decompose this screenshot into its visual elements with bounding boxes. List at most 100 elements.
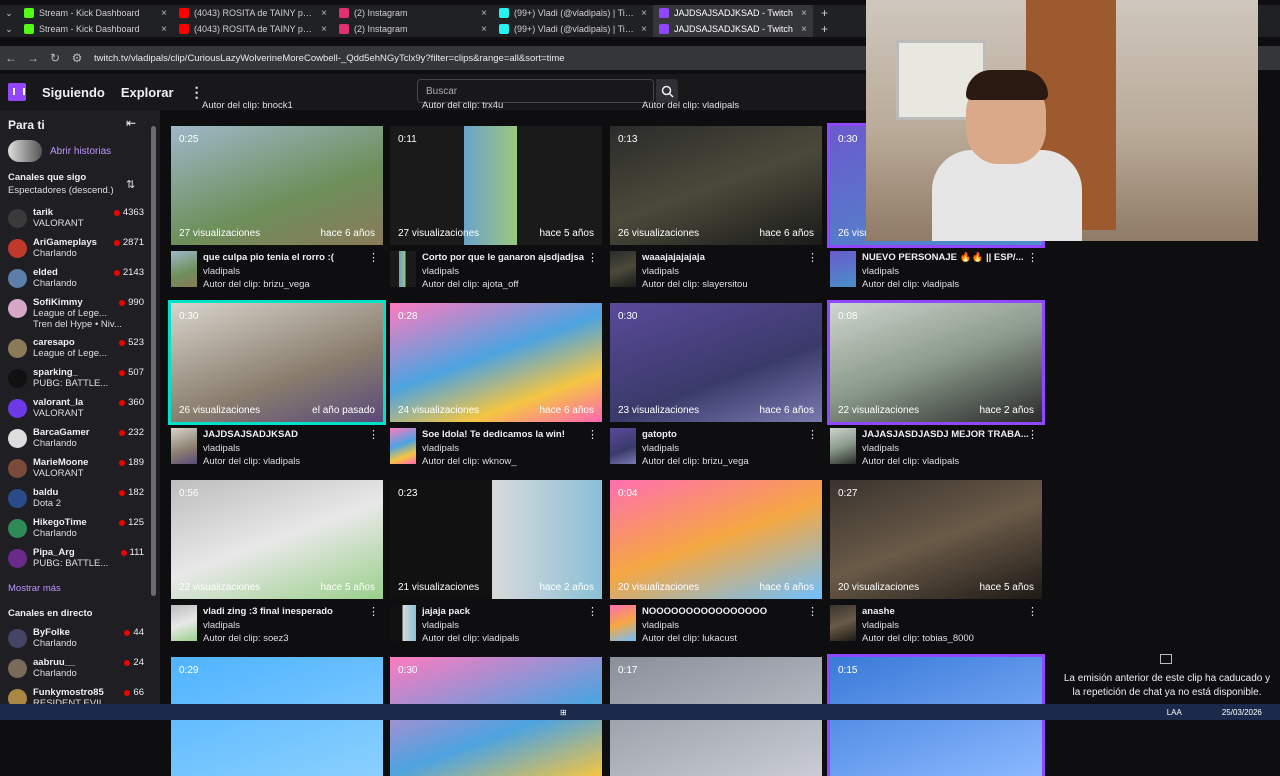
clip-channel[interactable]: vladipals <box>203 443 240 454</box>
clip-title[interactable]: Corto por que le ganaron ajsdjadjsa <box>422 252 590 263</box>
tab-close-icon[interactable]: × <box>641 24 647 35</box>
browser-tab[interactable]: (2) Instagram × <box>333 5 493 21</box>
clip-game-cover[interactable] <box>171 428 197 464</box>
new-tab-icon[interactable]: + <box>821 6 828 20</box>
browser-tab[interactable]: (99+) Vladi (@vladipals) | TikTok × <box>493 21 653 37</box>
clip-title[interactable]: JAJDSAJSADJKSAD <box>203 429 371 440</box>
forward-icon[interactable]: → <box>22 51 44 65</box>
clip-options-icon[interactable]: ⋮ <box>368 251 379 264</box>
browser-tab[interactable]: JAJDSAJSADJKSAD - Twitch × <box>653 5 813 21</box>
stories-link[interactable]: Abrir historias <box>8 140 111 162</box>
clip-channel[interactable]: vladipals <box>203 620 240 631</box>
clip-options-icon[interactable]: ⋮ <box>1027 251 1038 264</box>
clip-title[interactable]: Soe Idola! Te dedicamos la win! <box>422 429 590 440</box>
url-text[interactable]: twitch.tv/vladipals/clip/CuriousLazyWolv… <box>94 53 565 64</box>
clip-author[interactable]: Autor del clip: vladipals <box>862 456 959 467</box>
back-icon[interactable]: ← <box>0 51 22 65</box>
tab-search-icon[interactable]: ⌄ <box>0 8 18 19</box>
clip-game-cover[interactable] <box>171 605 197 641</box>
clip-title[interactable]: vladi zing :3 final inesperado <box>203 606 371 617</box>
live-channel[interactable]: Funkymostro85 RESIDENT EVIL 66 <box>8 686 144 704</box>
clip-thumbnail[interactable]: 0:08 22 visualizaciones hace 2 años <box>827 300 1045 425</box>
clip-channel[interactable]: vladipals <box>422 266 459 277</box>
tab-close-icon[interactable]: × <box>641 8 647 19</box>
clip-channel[interactable]: vladipals <box>642 620 679 631</box>
clip-game-cover[interactable] <box>390 428 416 464</box>
clip-options-icon[interactable]: ⋮ <box>368 605 379 618</box>
clip-author[interactable]: Autor del clip: lukacust <box>642 633 737 644</box>
clip-options-icon[interactable]: ⋮ <box>807 428 818 441</box>
sidebar-channel[interactable]: AriGameplays Charlando 2871 <box>8 236 144 264</box>
clip-channel[interactable]: vladipals <box>642 443 679 454</box>
clip-game-cover[interactable] <box>830 428 856 464</box>
clip-title[interactable]: gatopto <box>642 429 810 440</box>
clip-thumbnail[interactable]: 0:04 20 visualizaciones hace 6 años <box>610 480 822 599</box>
sidebar-channel[interactable]: MarieMoone VALORANT 189 <box>8 456 144 484</box>
sidebar-channel[interactable]: valorant_la VALORANT 360 <box>8 396 144 424</box>
clip-thumbnail[interactable]: 0:25 27 visualizaciones hace 6 años <box>171 126 383 245</box>
sidebar-channel[interactable]: SofiKimmy League of Lege... 990 Tren del Hy… <box>8 296 144 334</box>
tab-close-icon[interactable]: × <box>161 24 167 35</box>
sidebar-channel[interactable]: Pipa_Arg PUBG: BATTLE... 111 <box>8 546 144 574</box>
new-tab-icon[interactable]: + <box>821 22 828 36</box>
clip-thumbnail[interactable]: 0:13 26 visualizaciones hace 6 años <box>610 126 822 245</box>
clip-game-cover[interactable] <box>830 605 856 641</box>
clip-author[interactable]: Autor del clip: tobias_8000 <box>862 633 974 644</box>
clip-thumbnail[interactable]: 0:11 27 visualizaciones hace 5 años <box>390 126 602 245</box>
browser-tab[interactable]: (2) Instagram × <box>333 21 493 37</box>
clip-channel[interactable]: vladipals <box>862 266 899 277</box>
sidebar-channel[interactable]: baldu Dota 2 182 <box>8 486 144 514</box>
clip-author[interactable]: Autor del clip: brizu_vega <box>203 279 310 290</box>
nav-browse[interactable]: Explorar <box>121 85 174 100</box>
clip-game-cover[interactable] <box>390 605 416 641</box>
twitch-logo-icon[interactable] <box>8 83 26 101</box>
clip-thumbnail[interactable]: 0:30 23 visualizaciones hace 6 años <box>610 303 822 422</box>
tab-search-icon[interactable]: ⌄ <box>0 24 18 35</box>
clip-channel[interactable]: vladipals <box>422 443 459 454</box>
clip-game-cover[interactable] <box>610 428 636 464</box>
browser-tab[interactable]: (99+) Vladi (@vladipals) | TikTok × <box>493 5 653 21</box>
tab-close-icon[interactable]: × <box>321 24 327 35</box>
clip-author[interactable]: Autor del clip: vladipals <box>203 456 300 467</box>
clip-options-icon[interactable]: ⋮ <box>1027 428 1038 441</box>
tab-close-icon[interactable]: × <box>321 8 327 19</box>
tab-close-icon[interactable]: × <box>481 24 487 35</box>
clip-title[interactable]: NOOOOOOOOOOOOOOOO <box>642 606 810 617</box>
clip-options-icon[interactable]: ⋮ <box>807 605 818 618</box>
nav-following[interactable]: Siguiendo <box>42 85 105 100</box>
sort-icon[interactable]: ⇅ <box>126 178 135 191</box>
sidebar-scrollbar[interactable] <box>150 120 156 692</box>
clip-options-icon[interactable]: ⋮ <box>807 251 818 264</box>
clip-options-icon[interactable]: ⋮ <box>587 251 598 264</box>
clip-channel[interactable]: vladipals <box>862 620 899 631</box>
clip-author[interactable]: Autor del clip: wknow_ <box>422 456 517 467</box>
live-channel[interactable]: aabruu__ Charlando 24 <box>8 656 144 684</box>
browser-tab[interactable]: (4043) ROSITA de TAINY pero c × <box>173 21 333 37</box>
clip-game-cover[interactable] <box>390 251 416 287</box>
site-info-icon[interactable]: ⚙ <box>66 51 88 65</box>
tab-close-icon[interactable]: × <box>801 8 807 19</box>
clip-author[interactable]: Autor del clip: slayersitou <box>642 279 748 290</box>
clip-author[interactable]: Autor del clip: ajota_off <box>422 279 518 290</box>
clip-author[interactable]: Autor del clip: vladipals <box>862 279 959 290</box>
tab-close-icon[interactable]: × <box>481 8 487 19</box>
browser-tab[interactable]: Stream - Kick Dashboard × <box>18 5 173 21</box>
live-channel[interactable]: ByFolke Charlando 44 <box>8 626 144 654</box>
clip-thumbnail[interactable]: 0:23 21 visualizaciones hace 2 años <box>390 480 602 599</box>
clip-game-cover[interactable] <box>610 251 636 287</box>
browser-tab[interactable]: (4043) ROSITA de TAINY pero c × <box>173 5 333 21</box>
start-icon[interactable]: ⊞ <box>560 708 567 717</box>
sidebar-channel[interactable]: sparking_ PUBG: BATTLE... 507 <box>8 366 144 394</box>
clip-title[interactable]: NUEVO PERSONAJE 🔥🔥 || ESP/... <box>862 252 1030 263</box>
clip-author[interactable]: Autor del clip: brizu_vega <box>642 456 749 467</box>
clip-options-icon[interactable]: ⋮ <box>587 428 598 441</box>
clip-thumbnail[interactable]: 0:30 26 visualizaciones el año pasado <box>168 300 386 425</box>
clip-title[interactable]: jajaja pack <box>422 606 590 617</box>
reload-icon[interactable]: ↻ <box>44 51 66 65</box>
clip-thumbnail[interactable]: 0:28 24 visualizaciones hace 6 años <box>390 303 602 422</box>
clip-title[interactable]: waaajajajajaja <box>642 252 810 263</box>
clip-game-cover[interactable] <box>830 251 856 287</box>
clip-options-icon[interactable]: ⋮ <box>587 605 598 618</box>
clip-channel[interactable]: vladipals <box>642 266 679 277</box>
tab-close-icon[interactable]: × <box>801 24 807 35</box>
